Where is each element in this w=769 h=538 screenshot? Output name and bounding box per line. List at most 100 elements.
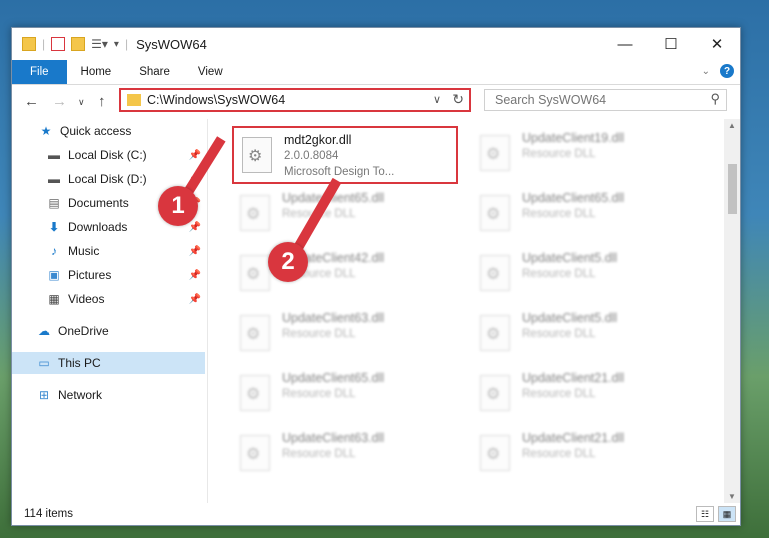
sidebar-item-label: Local Disk (D:) <box>68 172 147 186</box>
dll-file-icon <box>480 195 510 231</box>
forward-button[interactable]: → <box>52 93 67 110</box>
sidebar-item-pictures[interactable]: ▣ Pictures 📌 <box>12 264 205 286</box>
maximize-button[interactable]: ☐ <box>648 28 694 60</box>
search-box[interactable]: ⚲ <box>484 89 727 111</box>
help-icon[interactable]: ? <box>720 64 734 78</box>
callout-badge-1: 1 <box>158 186 198 226</box>
scrollbar-thumb[interactable] <box>728 164 737 214</box>
explorer-window: | ☰▾ ▾ | SysWOW64 — ☐ ✕ File Home Share … <box>11 27 741 526</box>
file-name: UpdateClient19.dll <box>522 131 625 145</box>
navigation-pane: ★ Quick access ▬ Local Disk (C:) 📌 ▬ Loc… <box>12 119 207 503</box>
close-button[interactable]: ✕ <box>694 28 740 60</box>
vertical-scrollbar[interactable]: ▲ ▼ <box>724 119 740 503</box>
file-tile[interactable]: UpdateClient65.dll Resource DLL <box>232 366 458 424</box>
file-tile[interactable]: UpdateClient42.dllResource DLL <box>232 246 458 304</box>
sidebar-item-videos[interactable]: ▦ Videos 📌 <box>12 288 205 310</box>
cloud-icon: ☁ <box>38 324 50 338</box>
back-button[interactable]: ← <box>24 93 39 110</box>
file-tile[interactable]: UpdateClient21.dll Resource DLL <box>472 366 698 424</box>
address-path: C:\Windows\SysWOW64 <box>147 93 286 107</box>
dll-file-icon <box>240 375 270 411</box>
file-tile-mdt2gkor[interactable]: mdt2gkor.dll 2.0.0.8084 Microsoft Design… <box>232 126 458 184</box>
sidebar-item-label: OneDrive <box>58 324 109 338</box>
dll-file-icon <box>240 435 270 471</box>
pin-icon[interactable]: 📌 <box>189 270 201 281</box>
videos-icon: ▦ <box>48 292 60 306</box>
sidebar-item-label: Network <box>58 388 103 402</box>
dll-file-icon <box>242 137 272 173</box>
folder-icon <box>22 37 36 51</box>
recent-locations-button[interactable]: ∨ <box>78 97 85 108</box>
refresh-icon[interactable]: ↻ <box>452 91 464 108</box>
file-tile[interactable]: UpdateClient19.dll Resource DLL <box>472 126 698 184</box>
file-name: UpdateClient63.dll <box>282 431 385 445</box>
pin-icon[interactable]: 📌 <box>189 246 201 257</box>
file-desc: Resource DLL <box>282 208 356 220</box>
dll-file-icon <box>480 375 510 411</box>
tab-view[interactable]: View <box>184 60 237 84</box>
file-tile[interactable]: UpdateClient65.dllResource DLL <box>232 186 458 244</box>
customize-toolbar-icon[interactable]: ▾ <box>114 39 119 50</box>
pin-icon[interactable]: 📌 <box>189 150 201 161</box>
properties-icon[interactable] <box>51 37 66 51</box>
file-tile[interactable]: UpdateClient63.dll Resource DLL <box>232 306 458 364</box>
address-dropdown-icon[interactable]: ∨ <box>433 93 441 106</box>
file-desc: Resource DLL <box>282 388 356 400</box>
music-icon: ♪ <box>51 244 57 258</box>
file-tile[interactable]: UpdateClient65.dllResource DLL <box>472 186 698 244</box>
sidebar-item-music[interactable]: ♪ Music 📌 <box>12 240 205 262</box>
sidebar-item-label: Music <box>68 244 100 258</box>
quick-access-toolbar: | ☰▾ ▾ | <box>12 37 128 51</box>
file-name: UpdateClient65.dll <box>282 371 385 385</box>
file-desc: Resource DLL <box>282 448 356 460</box>
tab-share[interactable]: Share <box>125 60 184 84</box>
details-view-icon[interactable]: ☷ <box>696 506 714 522</box>
up-button[interactable]: ↑ <box>98 93 106 110</box>
file-tile[interactable]: UpdateClient21.dll Resource DLL <box>472 426 698 484</box>
file-tile[interactable]: UpdateClient63.dll Resource DLL <box>232 426 458 484</box>
sidebar-item-quick-access[interactable]: ★ Quick access <box>12 120 205 142</box>
dll-file-icon <box>480 435 510 471</box>
download-icon: ⬇ <box>48 220 60 234</box>
tab-file[interactable]: File <box>12 60 67 84</box>
sidebar-item-network[interactable]: ⊞ Network <box>12 384 205 406</box>
item-count: 114 items <box>24 508 74 520</box>
sidebar-item-label: Documents <box>68 196 129 210</box>
sidebar-item-onedrive[interactable]: ☁ OneDrive <box>12 320 205 342</box>
file-list: mdt2gkor.dll 2.0.0.8084 Microsoft Design… <box>208 119 724 503</box>
address-bar[interactable]: C:\Windows\SysWOW64 ∨ ↻ <box>119 88 471 112</box>
large-icons-view-icon[interactable]: ▦ <box>718 506 736 522</box>
file-desc: Resource DLL <box>282 328 356 340</box>
sidebar-item-this-pc[interactable]: ▭ This PC <box>12 352 205 374</box>
callout-badge-2: 2 <box>268 242 308 282</box>
file-tile[interactable]: UpdateClient5.dll Resource DLL <box>472 246 698 304</box>
status-bar: 114 items ☷ ▦ <box>12 503 740 525</box>
drive-icon: ▬ <box>48 148 60 162</box>
ribbon: File Home Share View ⌄ ? <box>12 60 740 85</box>
file-name: UpdateClient5.dll <box>522 311 618 325</box>
documents-icon: ▤ <box>48 196 60 210</box>
minimize-button[interactable]: — <box>602 28 648 60</box>
file-name: UpdateClient5.dll <box>522 251 618 265</box>
pin-icon[interactable]: 📌 <box>189 222 201 233</box>
file-tile[interactable]: UpdateClient5.dll Resource DLL <box>472 306 698 364</box>
sidebar-item-label: Videos <box>68 292 105 306</box>
file-name: UpdateClient21.dll <box>522 371 625 385</box>
pin-icon[interactable]: 📌 <box>189 294 201 305</box>
file-desc: Resource DLL <box>522 208 596 220</box>
title-bar: | ☰▾ ▾ | SysWOW64 — ☐ ✕ <box>12 28 740 60</box>
tab-home[interactable]: Home <box>67 60 126 84</box>
scroll-down-icon[interactable]: ▼ <box>728 492 736 501</box>
search-input[interactable] <box>493 92 697 108</box>
file-name: mdt2gkor.dll <box>284 133 352 147</box>
new-folder-icon[interactable] <box>71 37 86 51</box>
file-desc: Resource DLL <box>522 268 596 280</box>
scroll-up-icon[interactable]: ▲ <box>728 121 736 130</box>
dll-file-icon <box>480 315 510 351</box>
computer-icon: ▭ <box>38 356 50 370</box>
view-icon[interactable]: ☰▾ <box>91 37 108 51</box>
sidebar-item-local-disk-c[interactable]: ▬ Local Disk (C:) 📌 <box>12 144 205 166</box>
file-desc: Resource DLL <box>522 388 596 400</box>
expand-ribbon-icon[interactable]: ⌄ <box>702 66 710 77</box>
drive-icon: ▬ <box>48 172 60 186</box>
